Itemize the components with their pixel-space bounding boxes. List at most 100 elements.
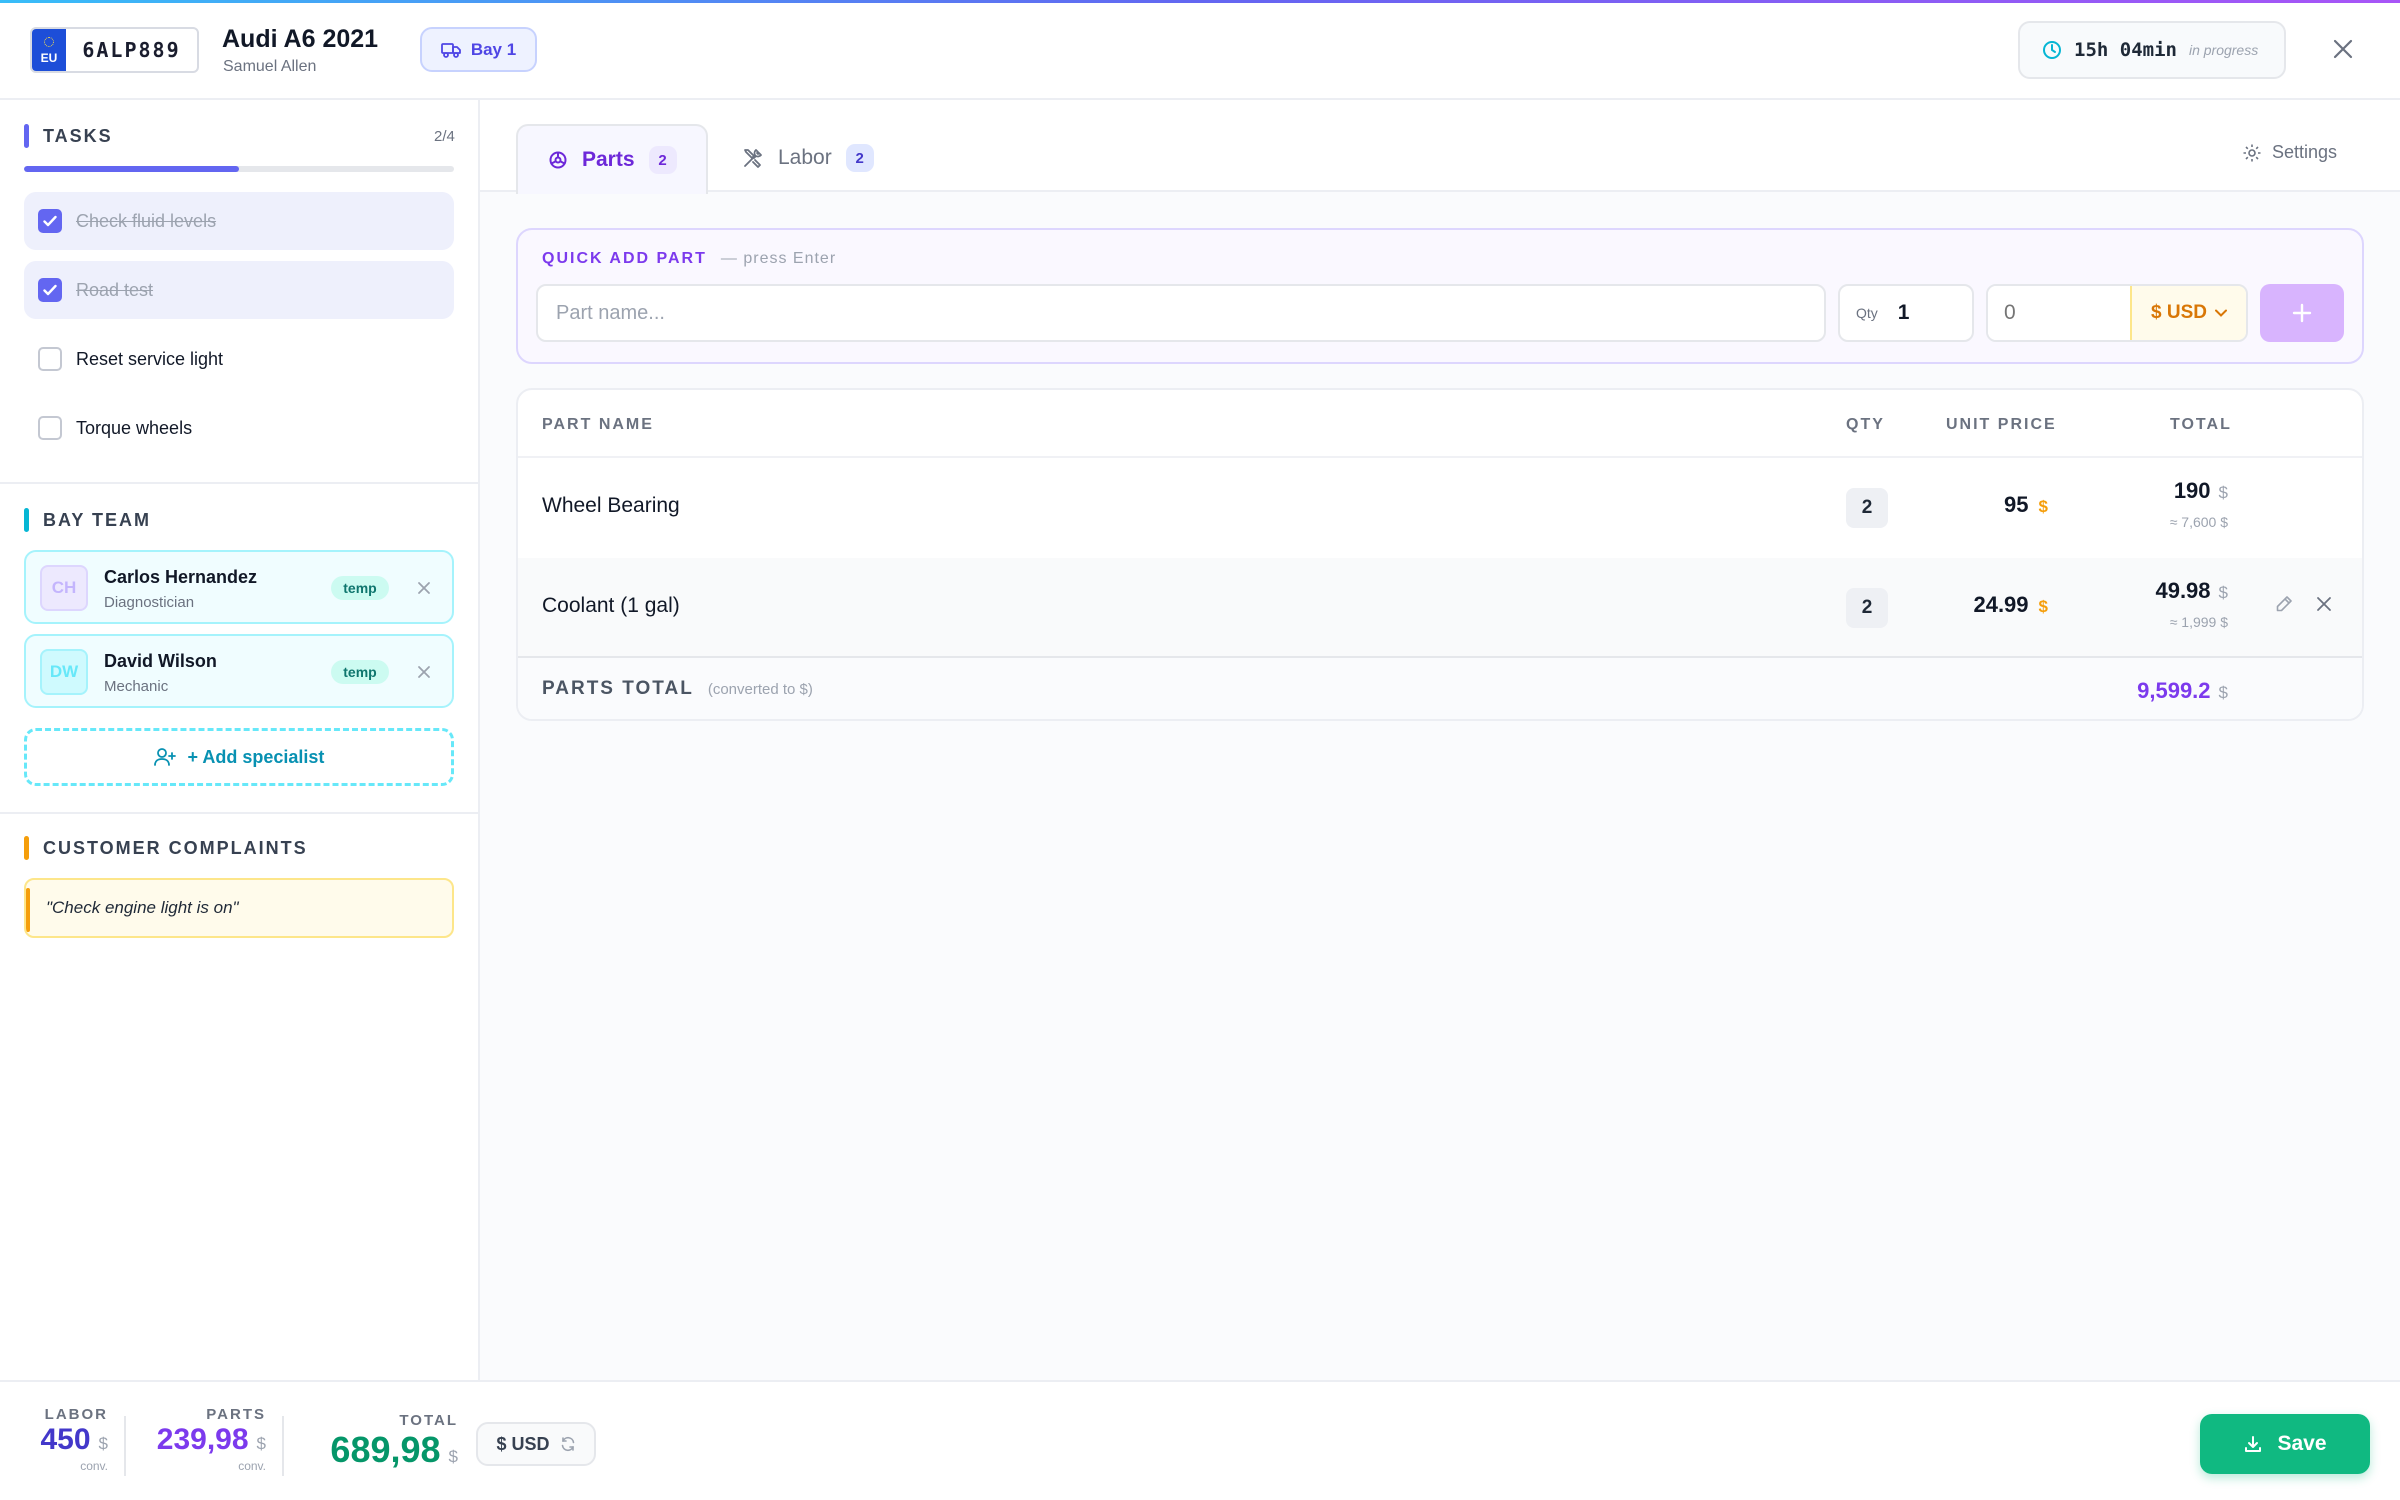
part-name: Wheel Bearing <box>542 494 680 517</box>
task-checkbox[interactable] <box>38 416 62 440</box>
gear-part-icon <box>549 151 567 169</box>
tasks-count: 2/4 <box>434 128 455 145</box>
task-checkbox[interactable] <box>38 347 62 371</box>
add-specialist-button[interactable]: + Add specialist <box>24 728 454 786</box>
plus-icon <box>2292 303 2312 323</box>
section-divider <box>0 812 480 814</box>
column-header-unit-price: UNIT PRICE <box>1946 416 2057 433</box>
task-checkbox[interactable] <box>38 278 62 302</box>
currency-toggle-button[interactable]: $ USD <box>476 1422 596 1466</box>
member-role: Mechanic <box>104 678 169 695</box>
task-label: Reset service light <box>76 348 224 369</box>
unit-price-value: 24.99 <box>1973 592 2029 617</box>
bay-label: Bay 1 <box>470 39 517 59</box>
currency-select-value: $ USD <box>2151 302 2207 323</box>
table-row[interactable]: Coolant (1 gal) 2 24.99 $ 49.98 $ ≈ 1,999 … <box>518 558 2362 658</box>
clock-icon <box>2043 41 2061 59</box>
labor-summary-amount: 450 <box>40 1423 91 1456</box>
task-item[interactable]: Torque wheels <box>24 399 454 457</box>
plate-region: EU <box>32 29 66 71</box>
header: EU 6ALP889 Audi A6 2021 Samuel Allen Bay… <box>0 3 2400 100</box>
pencil-icon <box>2276 596 2292 612</box>
part-name-input[interactable] <box>536 284 1826 342</box>
total-summary-value: 689,98 $ <box>300 1429 458 1471</box>
row-actions <box>2274 594 2334 619</box>
close-icon <box>418 582 430 594</box>
bay-badge[interactable]: Bay 1 <box>420 27 537 72</box>
gear-icon <box>2243 144 2261 161</box>
tasks-progress-bar <box>24 166 454 172</box>
tab-labor[interactable]: Labor 2 <box>742 124 874 192</box>
parts-total-value: 9,599.2 $ <box>2018 678 2228 704</box>
close-icon <box>2317 597 2331 611</box>
temp-badge: temp <box>331 660 389 684</box>
table-row[interactable]: Wheel Bearing 2 95 $ 190 $ ≈ 7,600 $ <box>518 458 2362 558</box>
close-button[interactable] <box>2325 31 2361 67</box>
team-member-card[interactable]: DW David Wilson Mechanic temp <box>24 634 454 708</box>
tab-parts-label: Parts <box>582 148 635 171</box>
edit-row-button[interactable] <box>2274 594 2294 619</box>
currency-select[interactable]: $ USD <box>2130 286 2246 340</box>
task-item[interactable]: Check fluid levels <box>24 192 454 250</box>
line-total-value: 190 <box>2173 478 2211 503</box>
tasks-accent-bar <box>24 124 29 148</box>
parts-total-currency: $ <box>2218 683 2228 702</box>
member-role: Diagnostician <box>104 594 195 611</box>
qty-field-label: Qty <box>1856 305 1878 321</box>
remove-member-button[interactable] <box>412 576 436 600</box>
refresh-icon <box>561 1436 574 1452</box>
main-panel: Parts 2 Labor 2 Settings QUICK ADD PART —… <box>480 100 2400 1380</box>
currency-toggle-label: $ USD <box>496 1433 550 1454</box>
task-item[interactable]: Reset service light <box>24 330 454 388</box>
qty-field[interactable]: Qty 1 <box>1838 284 1974 342</box>
save-label: Save <box>2277 1432 2327 1455</box>
chevron-down-icon <box>2214 309 2227 317</box>
price-input[interactable] <box>1988 286 2130 340</box>
team-section-title: BAY TEAM <box>24 508 151 532</box>
tab-bar: Parts 2 Labor 2 Settings <box>480 100 2400 194</box>
complaint-note: "Check engine light is on" <box>24 878 454 938</box>
save-button[interactable]: Save <box>2200 1414 2370 1474</box>
add-specialist-label: + Add specialist <box>187 746 325 767</box>
tab-labor-label: Labor <box>778 146 832 169</box>
team-accent-bar <box>24 508 29 532</box>
truck-icon <box>440 42 461 58</box>
car-owner: Samuel Allen <box>223 58 317 75</box>
add-user-icon <box>153 748 176 766</box>
labor-summary-currency: $ <box>98 1434 108 1453</box>
task-checkbox[interactable] <box>38 209 62 233</box>
total-summary-amount: 689,98 <box>330 1429 441 1470</box>
settings-button[interactable]: Settings <box>2242 142 2337 163</box>
quick-add-title: QUICK ADD PART — press Enter <box>542 250 836 268</box>
parts-summary-label: PARTS <box>206 1406 266 1423</box>
plate-region-label: EU <box>40 51 58 65</box>
summary-bar: LABOR 450 $ conv. PARTS 239,98 $ conv. TOT… <box>0 1380 2400 1500</box>
complaints-title: CUSTOMER COMPLAINTS <box>43 837 308 858</box>
timer-status: in progress <box>2188 42 2259 58</box>
line-total-converted: ≈ 7,600 $ <box>2169 514 2228 530</box>
line-total-converted: ≈ 1,999 $ <box>2169 614 2228 630</box>
task-label: Road test <box>76 279 154 300</box>
quick-add-title-text: QUICK ADD PART <box>542 250 707 267</box>
qty-field-value: 1 <box>1897 301 1910 324</box>
close-icon <box>418 666 430 678</box>
delete-row-button[interactable] <box>2314 594 2334 619</box>
team-member-card[interactable]: CH Carlos Hernandez Diagnostician temp <box>24 550 454 624</box>
part-qty: 2 <box>1846 588 1888 628</box>
quick-add-part-card: QUICK ADD PART — press Enter Qty 1 $ USD <box>516 228 2364 364</box>
temp-badge: temp <box>331 576 389 600</box>
total-summary: TOTAL 689,98 $ <box>300 1412 458 1471</box>
tab-parts[interactable]: Parts 2 <box>516 124 708 194</box>
remove-member-button[interactable] <box>412 660 436 684</box>
column-header-qty: QTY <box>1846 416 1885 433</box>
tab-labor-count: 2 <box>845 144 874 172</box>
total-summary-currency: $ <box>448 1447 458 1466</box>
parts-summary: PARTS 239,98 $ conv. <box>140 1406 266 1473</box>
add-part-button[interactable] <box>2260 284 2344 342</box>
unit-price-currency: $ <box>2038 497 2048 516</box>
parts-total-label-text: PARTS TOTAL <box>542 678 694 699</box>
member-name: David Wilson <box>104 651 217 671</box>
unit-price: 95 $ <box>1918 492 2048 518</box>
task-item[interactable]: Road test <box>24 261 454 319</box>
check-icon <box>43 215 57 227</box>
